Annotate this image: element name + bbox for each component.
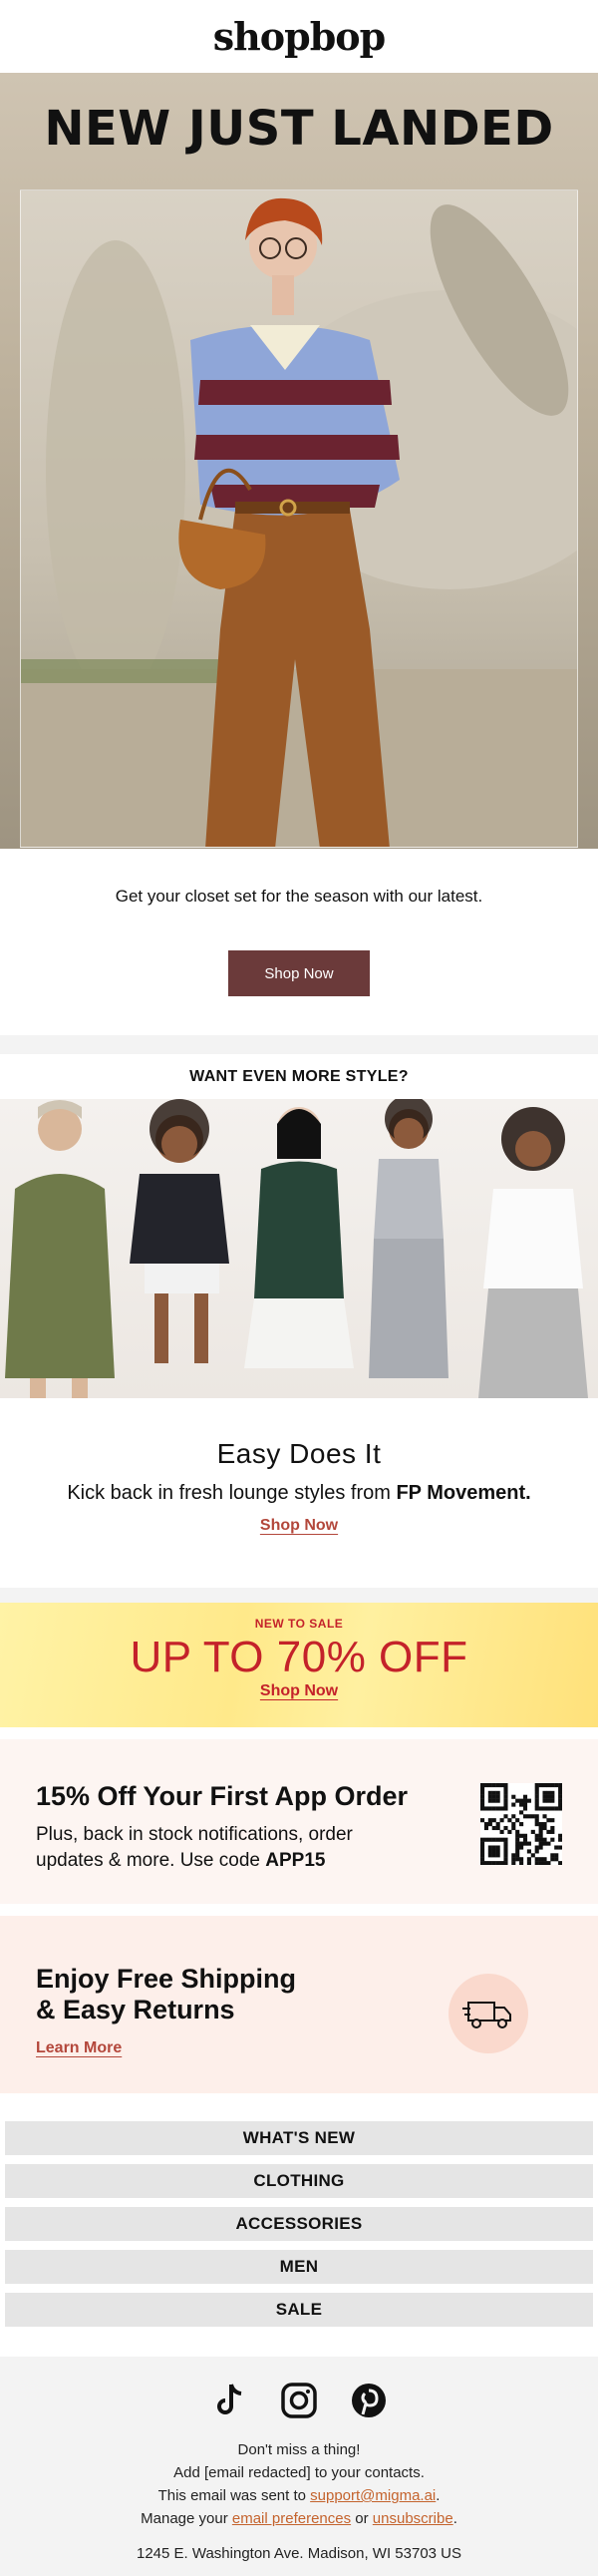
support-email-link[interactable]: support@migma.ai bbox=[310, 2487, 436, 2504]
footer-period: . bbox=[436, 2487, 441, 2504]
email-preferences-link[interactable]: email preferences bbox=[232, 2510, 351, 2527]
learn-more-link[interactable]: Learn More bbox=[36, 2039, 122, 2057]
model-illustration bbox=[21, 197, 577, 847]
nav-clothing[interactable]: CLOTHING bbox=[5, 2164, 593, 2198]
easy-desc-text: Kick back in fresh lounge styles from bbox=[67, 1482, 397, 1504]
sale-shop-now-link[interactable]: Shop Now bbox=[260, 1682, 338, 1699]
footer-line2: Add [email redacted] to your contacts. bbox=[173, 2464, 425, 2481]
nav-whats-new[interactable]: WHAT'S NEW bbox=[5, 2121, 593, 2155]
sale-headline: UP TO 70% OFF bbox=[130, 1633, 468, 1681]
fp-movement-brand: FP Movement. bbox=[396, 1482, 531, 1504]
sale-eyebrow: NEW TO SALE bbox=[254, 1617, 344, 1631]
shopbop-logo[interactable]: shopbop bbox=[213, 14, 386, 59]
footer: Don't miss a thing! Add [email redacted]… bbox=[0, 2357, 598, 2576]
easy-description: Kick back in fresh lounge styles from FP… bbox=[0, 1482, 598, 1505]
hero-subtitle-block: Get your closet set for the season with … bbox=[0, 849, 598, 930]
hero-title: NEW JUST LANDED bbox=[44, 101, 554, 157]
pinterest-icon[interactable] bbox=[349, 2381, 389, 2420]
models-illustration bbox=[5, 1099, 588, 1398]
easy-shop-now-link[interactable]: Shop Now bbox=[260, 1517, 338, 1535]
footer-sent-text: This email was sent to bbox=[157, 2487, 311, 2504]
footer-line1: Don't miss a thing! bbox=[237, 2441, 361, 2458]
sale-banner[interactable]: NEW TO SALE UP TO 70% OFF Shop Now bbox=[0, 1603, 598, 1727]
social-icons bbox=[0, 2381, 598, 2420]
email-header: shopbop bbox=[0, 0, 598, 73]
hero-photo[interactable] bbox=[20, 189, 578, 848]
promo-code: APP15 bbox=[265, 1850, 326, 1871]
footer-manage-text: Manage your bbox=[141, 2510, 232, 2527]
footer-line4: Manage your email preferences or unsubsc… bbox=[0, 2507, 598, 2530]
nav-men[interactable]: MEN bbox=[5, 2250, 593, 2284]
divider bbox=[0, 1588, 598, 1603]
divider bbox=[0, 1035, 598, 1054]
hero-subtitle: Get your closet set for the season with … bbox=[115, 887, 483, 906]
footer-line3: This email was sent to support@migma.ai. bbox=[0, 2484, 598, 2507]
category-nav: WHAT'S NEW CLOTHING ACCESSORIES MEN SALE bbox=[0, 2121, 598, 2327]
qr-code-icon[interactable] bbox=[480, 1783, 563, 1866]
shipping-title-line2: & Easy Returns bbox=[36, 1995, 235, 2024]
hero-banner[interactable]: NEW JUST LANDED bbox=[0, 73, 598, 849]
truck-icon bbox=[448, 1974, 528, 2053]
lounge-models-photo[interactable] bbox=[0, 1099, 598, 1398]
shipping-title-line1: Enjoy Free Shipping bbox=[36, 1964, 297, 1994]
style-heading: WANT EVEN MORE STYLE? bbox=[189, 1067, 409, 1085]
footer-address: 1245 E. Washington Ave. Madison, WI 5370… bbox=[136, 2545, 462, 2562]
shipping-block[interactable]: Enjoy Free Shipping & Easy Returns Learn … bbox=[0, 1916, 598, 2093]
app-promo-desc: Plus, back in stock notifications, order… bbox=[36, 1822, 415, 1874]
hero-cta-wrap: Shop Now bbox=[0, 930, 598, 1015]
app-promo-block[interactable]: 15% Off Your First App Order Plus, back … bbox=[0, 1739, 598, 1904]
footer-period: . bbox=[452, 2510, 457, 2527]
nav-sale[interactable]: SALE bbox=[5, 2293, 593, 2327]
instagram-icon[interactable] bbox=[279, 2381, 319, 2420]
unsubscribe-link[interactable]: unsubscribe bbox=[373, 2510, 453, 2527]
shop-now-button[interactable]: Shop Now bbox=[228, 950, 370, 996]
nav-accessories[interactable]: ACCESSORIES bbox=[5, 2207, 593, 2241]
easy-does-it-block: Easy Does It Kick back in fresh lounge s… bbox=[0, 1398, 598, 1588]
easy-title: Easy Does It bbox=[216, 1438, 382, 1469]
footer-or-text: or bbox=[351, 2510, 373, 2527]
tiktok-icon[interactable] bbox=[209, 2381, 249, 2420]
